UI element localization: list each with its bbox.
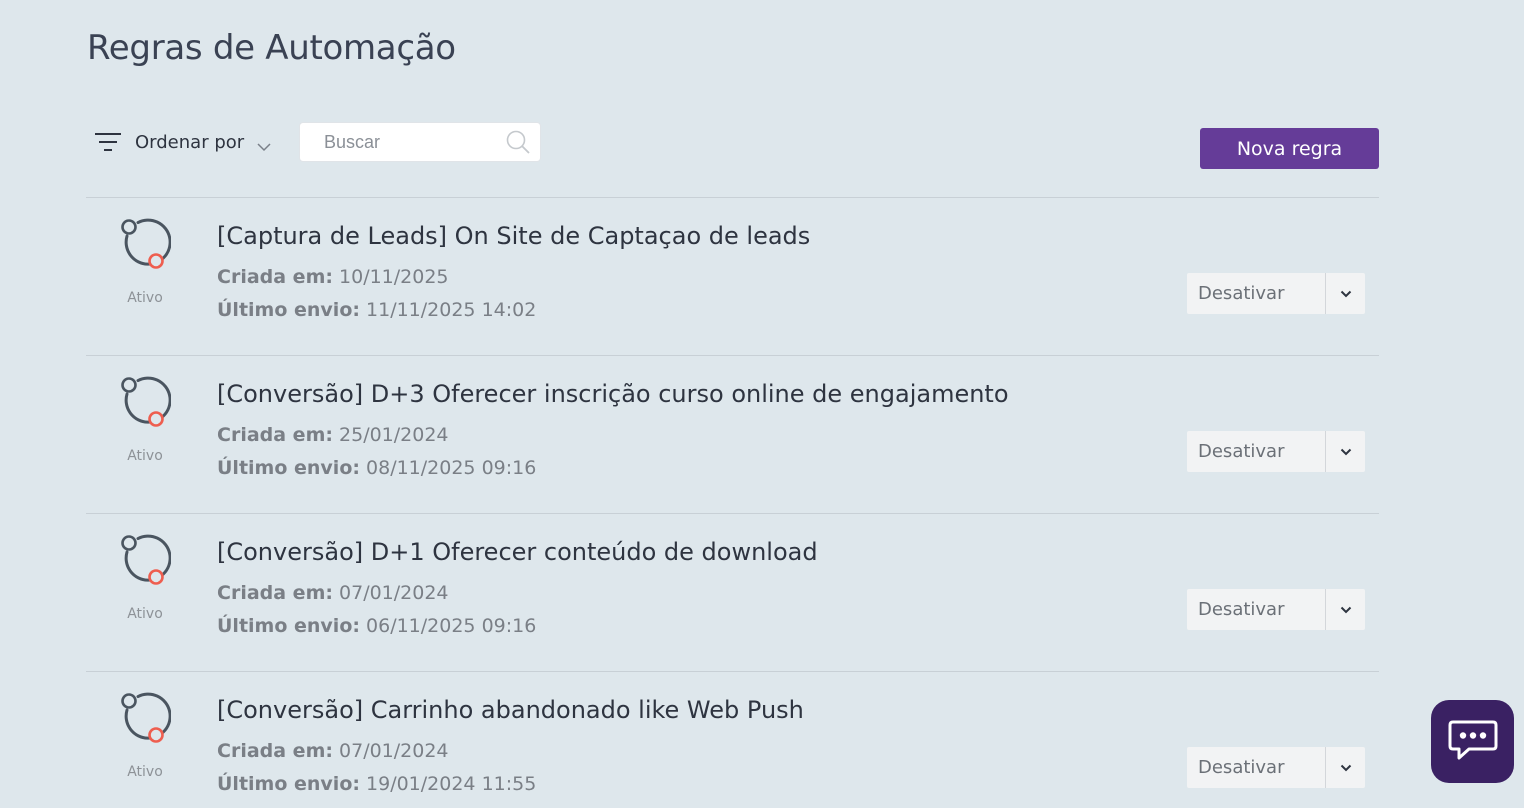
- last-send-date: Último envio: 06/11/2025 09:16: [217, 615, 536, 637]
- status-label: Ativo: [127, 764, 163, 780]
- search-box: [299, 122, 541, 162]
- automation-status-icon: [119, 214, 172, 270]
- last-send-value: 06/11/2025 09:16: [366, 615, 537, 637]
- status-label: Ativo: [127, 290, 163, 306]
- rule-actions: Desativar: [1187, 273, 1365, 314]
- chevron-down-icon: [257, 137, 271, 152]
- created-date: Criada em: 10/11/2025: [217, 266, 449, 288]
- deactivate-button[interactable]: Desativar: [1187, 747, 1325, 788]
- rule-title[interactable]: [Captura de Leads] On Site de Captaçao d…: [217, 222, 810, 250]
- rule-title[interactable]: [Conversão] Carrinho abandonado like Web…: [217, 696, 804, 724]
- search-input[interactable]: [300, 123, 500, 161]
- rule-row: Ativo [Conversão] Carrinho abandonado li…: [86, 671, 1379, 808]
- chevron-down-icon: [1340, 602, 1352, 617]
- deactivate-button[interactable]: Desativar: [1187, 273, 1325, 314]
- created-date: Criada em: 07/01/2024: [217, 740, 449, 762]
- new-rule-button[interactable]: Nova regra: [1200, 128, 1379, 169]
- status-label: Ativo: [127, 448, 163, 464]
- created-value: 07/01/2024: [339, 582, 449, 604]
- deactivate-button[interactable]: Desativar: [1187, 431, 1325, 472]
- sort-label: Ordenar por: [135, 131, 245, 153]
- created-date: Criada em: 25/01/2024: [217, 424, 449, 446]
- deactivate-button[interactable]: Desativar: [1187, 589, 1325, 630]
- last-send-value: 08/11/2025 09:16: [366, 457, 537, 479]
- search-icon[interactable]: [505, 129, 531, 155]
- created-date: Criada em: 07/01/2024: [217, 582, 449, 604]
- created-value: 10/11/2025: [339, 266, 449, 288]
- chevron-down-icon: [1340, 286, 1352, 301]
- last-send-label: Último envio:: [217, 773, 360, 795]
- rule-title[interactable]: [Conversão] D+1 Oferecer conteúdo de dow…: [217, 538, 818, 566]
- automation-status-icon: [119, 372, 172, 428]
- actions-dropdown-button[interactable]: [1325, 589, 1365, 630]
- automation-status-icon: [119, 530, 172, 586]
- last-send-label: Último envio:: [217, 299, 360, 321]
- actions-dropdown-button[interactable]: [1325, 273, 1365, 314]
- chat-widget-button[interactable]: [1431, 700, 1514, 783]
- actions-dropdown-button[interactable]: [1325, 747, 1365, 788]
- last-send-label: Último envio:: [217, 457, 360, 479]
- last-send-date: Último envio: 08/11/2025 09:16: [217, 457, 536, 479]
- created-value: 25/01/2024: [339, 424, 449, 446]
- created-label: Criada em:: [217, 424, 333, 446]
- created-value: 07/01/2024: [339, 740, 449, 762]
- rule-row: Ativo [Captura de Leads] On Site de Capt…: [86, 197, 1379, 355]
- rule-row: Ativo [Conversão] D+1 Oferecer conteúdo …: [86, 513, 1379, 671]
- created-label: Criada em:: [217, 740, 333, 762]
- rule-title[interactable]: [Conversão] D+3 Oferecer inscrição curso…: [217, 380, 1009, 408]
- created-label: Criada em:: [217, 582, 333, 604]
- actions-dropdown-button[interactable]: [1325, 431, 1365, 472]
- filter-icon: [94, 131, 122, 153]
- chevron-down-icon: [1340, 444, 1352, 459]
- page-title: Regras de Automação: [87, 28, 456, 68]
- last-send-label: Último envio:: [217, 615, 360, 637]
- last-send-value: 11/11/2025 14:02: [366, 299, 537, 321]
- rule-list: Ativo [Captura de Leads] On Site de Capt…: [86, 197, 1379, 808]
- rule-actions: Desativar: [1187, 747, 1365, 788]
- last-send-date: Último envio: 11/11/2025 14:02: [217, 299, 536, 321]
- chat-bubble-icon: [1447, 718, 1499, 766]
- last-send-date: Último envio: 19/01/2024 11:55: [217, 773, 536, 795]
- status-label: Ativo: [127, 606, 163, 622]
- sort-dropdown[interactable]: Ordenar por: [94, 127, 271, 157]
- rule-actions: Desativar: [1187, 589, 1365, 630]
- rule-actions: Desativar: [1187, 431, 1365, 472]
- last-send-value: 19/01/2024 11:55: [366, 773, 537, 795]
- automation-status-icon: [119, 688, 172, 744]
- created-label: Criada em:: [217, 266, 333, 288]
- chevron-down-icon: [1340, 760, 1352, 775]
- rule-row: Ativo [Conversão] D+3 Oferecer inscrição…: [86, 355, 1379, 513]
- automation-rules-page: Regras de Automação Ordenar por Nova reg…: [0, 0, 1524, 808]
